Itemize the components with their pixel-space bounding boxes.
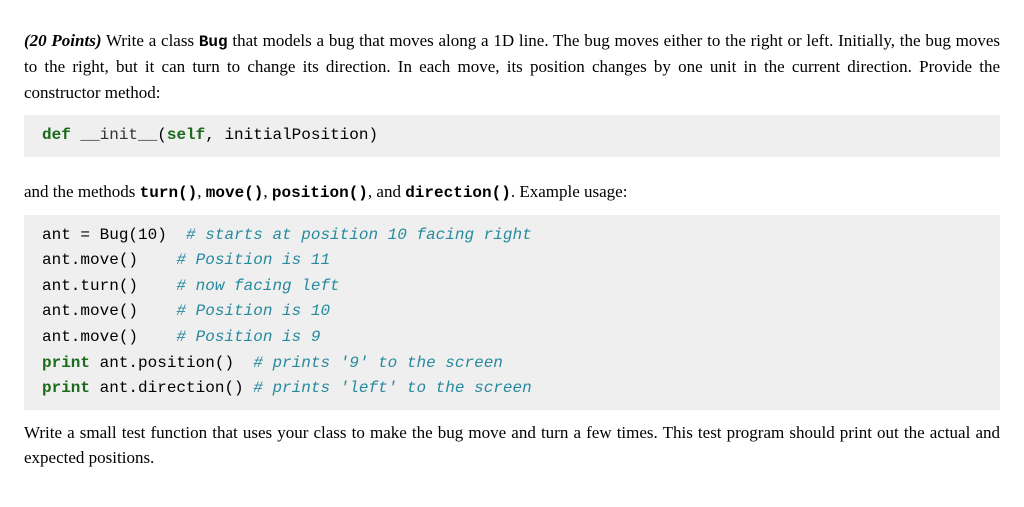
comment-1: # starts at position 10 facing right (186, 226, 532, 244)
constructor-code-block: def __init__(self, initialPosition) (24, 115, 1000, 157)
methods-paragraph: and the methods turn(), move(), position… (24, 179, 1000, 205)
comment-4: # Position is 10 (176, 302, 330, 320)
def-keyword: def (42, 126, 71, 144)
problem-intro: (20 Points) Write a class Bug that model… (24, 28, 1000, 105)
code-line-6: ant.position() (90, 354, 253, 372)
code-line-4: ant.move() (42, 302, 176, 320)
intro-text-a: Write a class (101, 31, 198, 50)
print-kw-1: print (42, 354, 90, 372)
self-keyword: self (167, 126, 205, 144)
comment-6: # prints '9' to the screen (253, 354, 503, 372)
method-position: position() (272, 184, 368, 202)
init-name: __init__ (80, 126, 157, 144)
code-line-5: ant.move() (42, 328, 176, 346)
example-usage-label: . Example usage: (511, 182, 628, 201)
example-code-block: ant = Bug(10) # starts at position 10 fa… (24, 215, 1000, 410)
class-name: Bug (199, 33, 228, 51)
comma3: , and (368, 182, 405, 201)
comma1: , (197, 182, 206, 201)
points-label: (20 Points) (24, 31, 101, 50)
comment-7: # prints 'left' to the screen (253, 379, 531, 397)
code-space (71, 126, 81, 144)
code-line-3: ant.turn() (42, 277, 176, 295)
comma2: , (263, 182, 272, 201)
comment-3: # now facing left (176, 277, 339, 295)
comment-2: # Position is 11 (176, 251, 330, 269)
sig-open: ( (157, 126, 167, 144)
comment-5: # Position is 9 (176, 328, 320, 346)
code-line-2: ant.move() (42, 251, 176, 269)
method-turn: turn() (140, 184, 198, 202)
code-line-7: ant.direction() (90, 379, 253, 397)
methods-intro: and the methods (24, 182, 140, 201)
test-instructions: Write a small test function that uses yo… (24, 420, 1000, 471)
sig-rest: , initialPosition) (205, 126, 378, 144)
print-kw-2: print (42, 379, 90, 397)
code-line-1: ant = Bug(10) (42, 226, 186, 244)
method-move: move() (206, 184, 264, 202)
method-direction: direction() (405, 184, 511, 202)
